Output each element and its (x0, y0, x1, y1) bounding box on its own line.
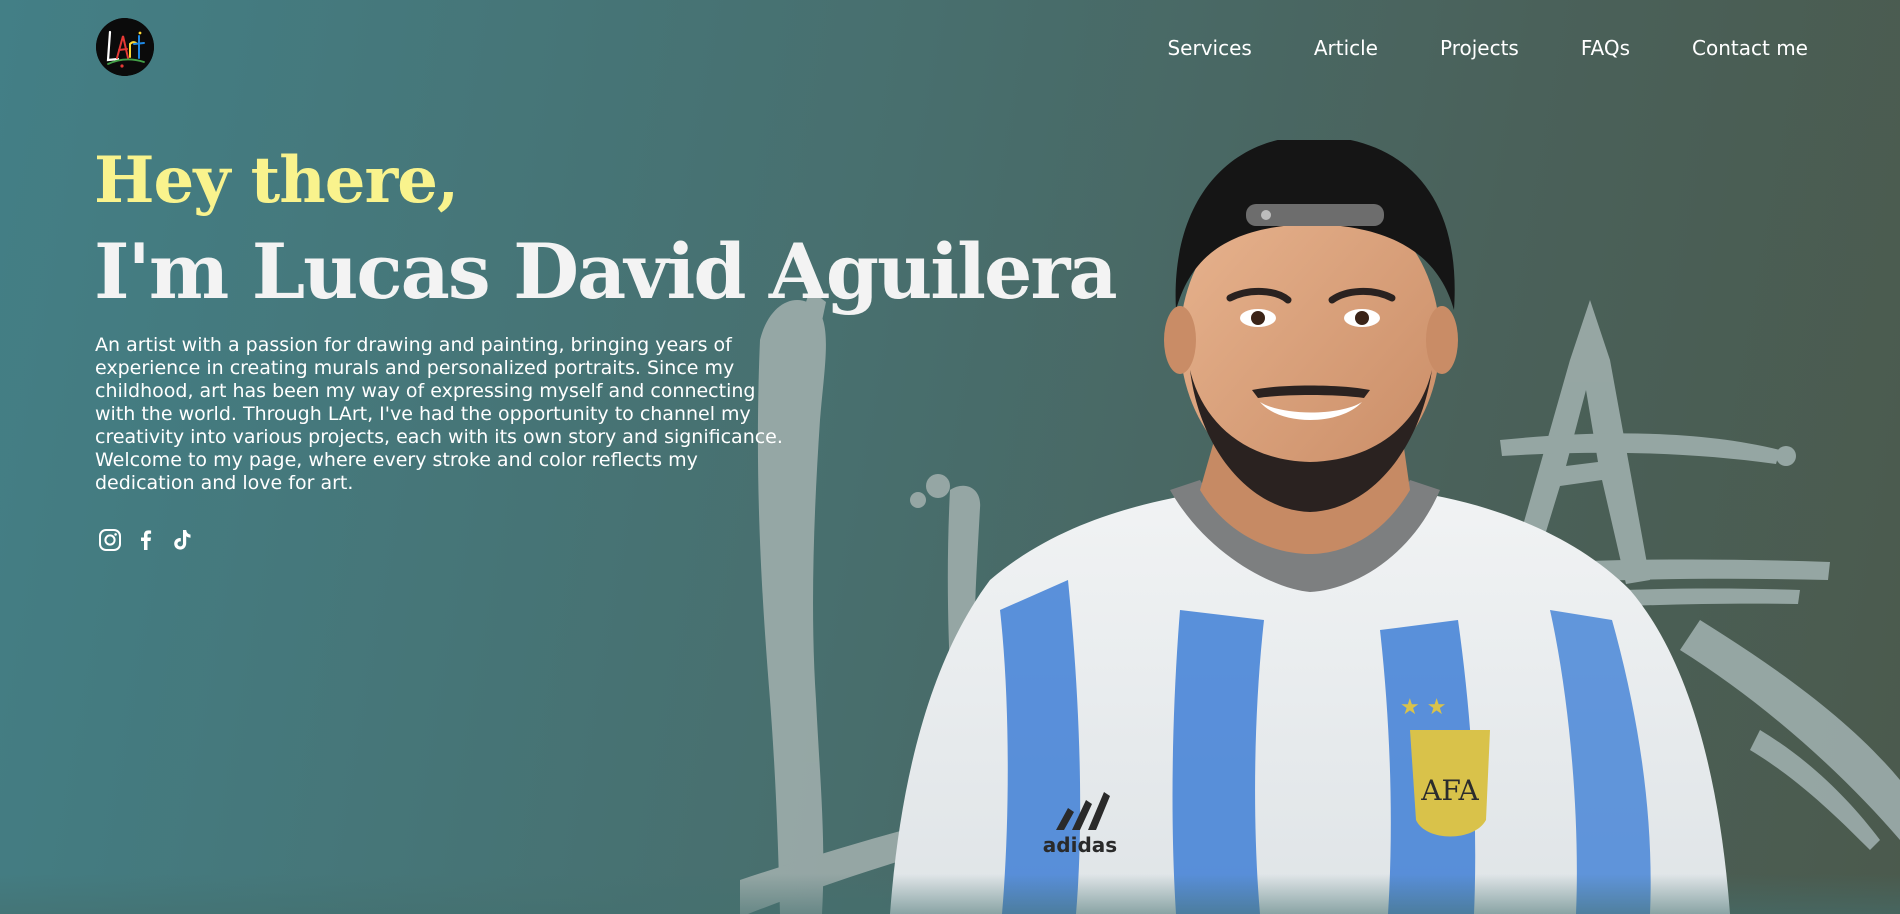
facebook-link[interactable] (133, 527, 159, 553)
hero-name: I'm Lucas David Aguilera (94, 227, 1118, 316)
svg-text:★ ★: ★ ★ (1400, 695, 1446, 720)
jersey-crest-text: AFA (1420, 774, 1479, 807)
nav-item-faqs[interactable]: FAQs (1581, 35, 1630, 61)
instagram-icon (99, 529, 121, 551)
hero-bio: An artist with a passion for drawing and… (95, 334, 783, 494)
nav-item-contact-me[interactable]: Contact me (1692, 35, 1808, 61)
nav-item-projects[interactable]: Projects (1440, 35, 1519, 61)
logo-mark-icon (96, 18, 154, 76)
nav-item-services[interactable]: Services (1167, 35, 1251, 61)
jersey-brand-text: adidas (1043, 833, 1117, 857)
instagram-link[interactable] (97, 527, 123, 553)
tiktok-link[interactable] (169, 527, 195, 553)
nav-item-article[interactable]: Article (1314, 35, 1378, 61)
site-logo[interactable] (96, 18, 154, 76)
social-links (97, 527, 195, 553)
facebook-icon (141, 530, 152, 550)
hero-greeting: Hey there, (94, 143, 459, 218)
main-nav: Services Article Projects FAQs Contact m… (1167, 35, 1808, 61)
tiktok-icon (174, 530, 191, 550)
